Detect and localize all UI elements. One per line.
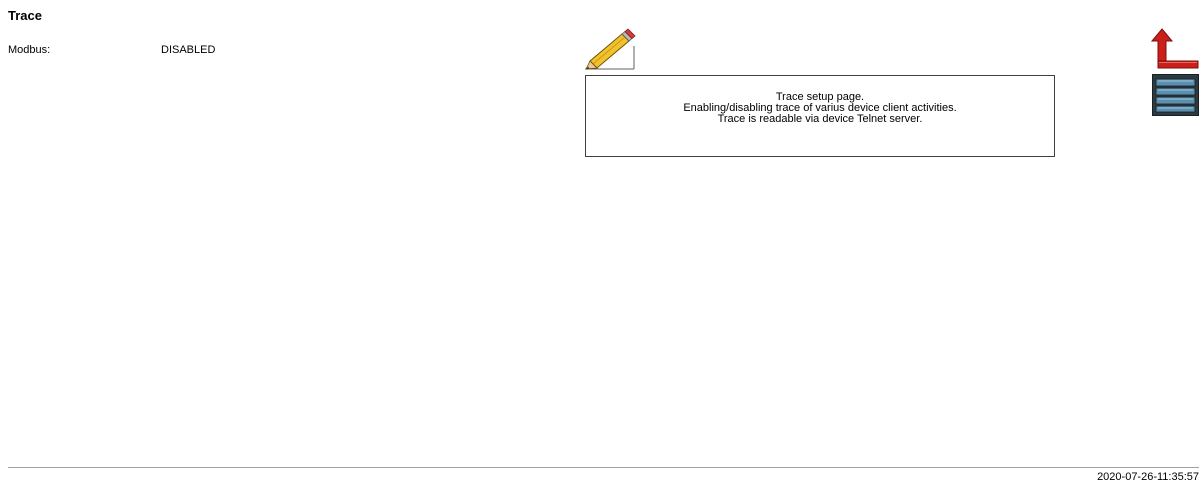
up-arrow-icon-graphic: [1150, 28, 1199, 69]
up-arrow-icon[interactable]: [1150, 28, 1199, 72]
server-rack-icon-graphic: [1152, 74, 1199, 116]
footer-divider: [8, 467, 1199, 468]
footer-timestamp: 2020-07-26-11:35:57: [1097, 471, 1199, 483]
info-text: Trace setup page. Enabling/disabling tra…: [586, 92, 1054, 125]
pencil-icon-graphic: [585, 28, 636, 70]
pencil-icon[interactable]: [584, 28, 636, 70]
modbus-value: DISABLED: [161, 44, 216, 56]
server-rack-icon[interactable]: [1152, 74, 1199, 116]
page-title: Trace: [8, 8, 42, 23]
modbus-label: Modbus:: [8, 44, 51, 56]
info-line-3: Trace is readable via device Telnet serv…: [717, 113, 923, 125]
info-box: Trace setup page. Enabling/disabling tra…: [585, 75, 1055, 157]
trace-page: Trace Modbus: DISABLED Trace setup page.…: [0, 0, 1199, 484]
